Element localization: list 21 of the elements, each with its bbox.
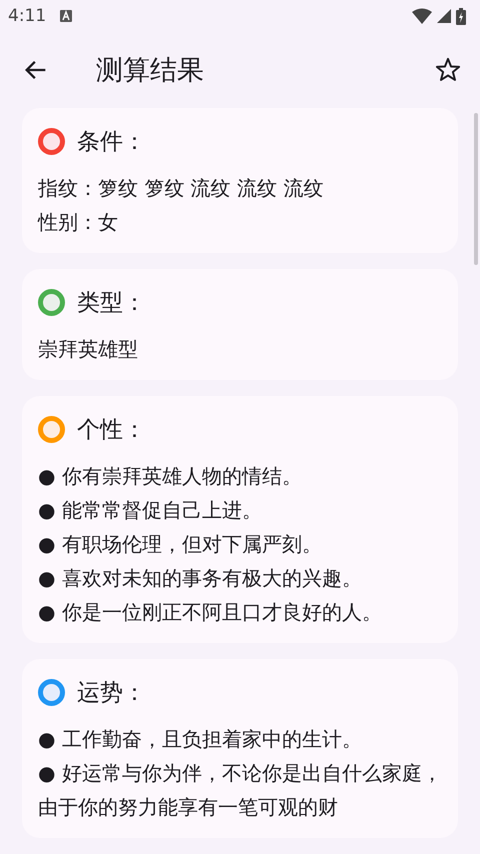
card-title: 类型： <box>77 289 146 318</box>
card-line: 崇拜英雄型 <box>38 336 139 363</box>
card-line: ● 你有崇拜英雄人物的情结。 <box>38 463 303 490</box>
card-title: 个性： <box>77 416 146 445</box>
card-line: ● 有职场伦理，但对下属严刻。 <box>38 531 323 558</box>
battery-icon <box>456 8 466 24</box>
clock: 4:11 <box>8 6 46 26</box>
card-line: ● 能常常督促自己上进。 <box>38 497 263 524</box>
card-line: ● 你是一位刚正不阿且口才良好的人。 <box>38 599 383 626</box>
card-title: 条件： <box>77 128 146 157</box>
card-line: ● 喜欢对未知的事务有极大的兴趣。 <box>38 565 363 592</box>
card-line: 性别：女 <box>38 209 119 236</box>
star-button[interactable] <box>434 56 462 84</box>
wifi-icon <box>412 8 432 24</box>
card-line: ● 好运常与你为伴，不论你是出自什么家庭，由于你的努力能享有一笔可观的财 <box>38 760 442 821</box>
keyboard-icon <box>60 10 72 22</box>
card-line: ● 工作勤奋，且负担着家中的生计。 <box>38 726 363 753</box>
page-title: 测算结果 <box>96 54 205 88</box>
signal-icon <box>437 9 451 23</box>
card-line: 指纹：箩纹 箩纹 流纹 流纹 流纹 <box>38 175 324 202</box>
card-title: 运势： <box>77 679 146 708</box>
